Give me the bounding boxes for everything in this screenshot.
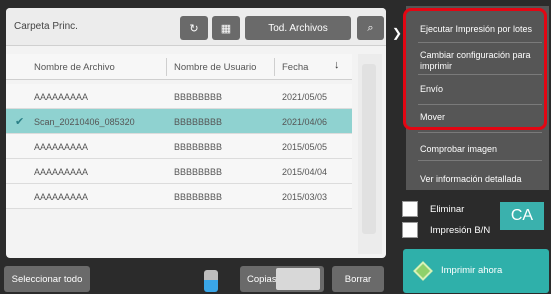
table-header: Nombre de Archivo Nombre de Usuario Fech…	[6, 54, 352, 80]
table-row[interactable]: AAAAAAAAA BBBBBBBB 2015/04/04	[6, 159, 352, 184]
refresh-button[interactable]: ↻	[180, 16, 208, 40]
table-row[interactable]: AAAAAAAAA BBBBBBBB 2015/05/05	[6, 134, 352, 159]
user-name: BBBBBBBB	[174, 142, 223, 152]
toner-icon	[204, 270, 218, 292]
file-name: AAAAAAAAA	[34, 92, 89, 102]
refresh-icon: ↻	[189, 22, 199, 35]
column-header-username[interactable]: Nombre de Usuario	[174, 62, 256, 73]
column-divider	[274, 58, 275, 76]
check-icon: ✔	[15, 116, 25, 128]
ca-button[interactable]: CA	[500, 202, 544, 230]
select-all-button[interactable]: Seleccionar todo	[4, 266, 90, 292]
file-name: AAAAAAAAA	[34, 167, 89, 177]
search-button[interactable]: ⌕	[357, 16, 384, 40]
expand-panel-icon[interactable]: ❯	[392, 26, 402, 40]
panel-toolbar: Carpeta Princ. ↻ ▦ Tod. Archivos ⌕	[6, 8, 386, 46]
user-name: BBBBBBBB	[174, 167, 223, 177]
table-row[interactable]: AAAAAAAAA BBBBBBBB 2021/05/05	[6, 84, 352, 109]
file-table-body: AAAAAAAAA BBBBBBBB 2021/05/05 ✔ Scan_202…	[6, 84, 352, 209]
delete-option-label: Eliminar	[430, 203, 465, 215]
scrollbar-thumb[interactable]	[362, 64, 376, 234]
search-icon: ⌕	[367, 21, 374, 34]
file-date: 2015/03/03	[282, 192, 328, 202]
bw-print-label: Impresión B/N	[430, 224, 491, 236]
file-name: AAAAAAAAA	[34, 142, 89, 152]
view-toggle-button[interactable]: ▦	[212, 16, 240, 40]
screen: Carpeta Princ. ↻ ▦ Tod. Archivos ⌕ Nombr…	[0, 0, 551, 294]
user-name: BBBBBBBB	[174, 92, 223, 102]
table-row-selected[interactable]: ✔ Scan_20210406_085320 BBBBBBBB 2021/04/…	[6, 109, 352, 134]
file-date: 2021/05/05	[282, 92, 328, 102]
user-name: BBBBBBBB	[174, 192, 223, 202]
file-name: Scan_20210406_085320	[34, 117, 135, 127]
file-date: 2015/05/05	[282, 142, 328, 152]
bw-print-checkbox[interactable]	[402, 222, 418, 238]
highlight-frame	[403, 8, 547, 130]
delete-button[interactable]: Borrar	[332, 266, 384, 292]
print-now-label: Imprimir ahora	[441, 265, 503, 276]
delete-option[interactable]: Eliminar	[402, 201, 464, 217]
file-date: 2021/04/06	[282, 117, 328, 127]
column-divider	[166, 58, 167, 76]
column-header-date[interactable]: Fecha	[282, 62, 308, 73]
file-list-panel: Carpeta Princ. ↻ ▦ Tod. Archivos ⌕ Nombr…	[6, 8, 386, 258]
table-row[interactable]: AAAAAAAAA BBBBBBBB 2015/03/03	[6, 184, 352, 209]
copies-label: Copias	[247, 274, 277, 285]
delete-checkbox[interactable]	[402, 201, 418, 217]
copies-input[interactable]	[276, 268, 320, 290]
user-name: BBBBBBBB	[174, 117, 223, 127]
grid-icon: ▦	[220, 22, 232, 35]
file-name: AAAAAAAAA	[34, 192, 89, 202]
file-date: 2015/04/04	[282, 167, 328, 177]
column-header-filename[interactable]: Nombre de Archivo	[34, 62, 115, 73]
menu-divider	[418, 160, 542, 161]
folder-title: Carpeta Princ.	[14, 21, 78, 32]
sort-descending-icon[interactable]: ↓	[334, 59, 340, 71]
bw-print-option[interactable]: Impresión B/N	[402, 222, 490, 238]
filter-all-files-button[interactable]: Tod. Archivos	[245, 16, 351, 40]
view-details-action[interactable]: Ver información detallada	[418, 162, 542, 196]
